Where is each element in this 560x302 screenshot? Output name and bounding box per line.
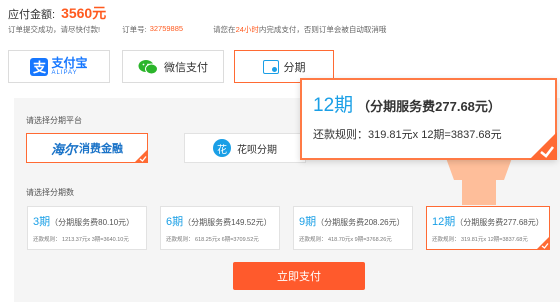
term-fee: （分期服务费80.10元） <box>50 218 135 227</box>
haier-logo: 海尔 <box>50 142 77 158</box>
amount-label: 应付金额: <box>8 9 56 21</box>
deadline-highlight: 24小时 <box>235 25 259 34</box>
selected-check-icon <box>536 236 550 250</box>
selected-check-icon <box>134 149 148 163</box>
selected-check-icon <box>529 132 557 160</box>
callout-term-num: 12期 <box>313 95 354 116</box>
order-no: 32759885 <box>149 24 184 33</box>
alipay-icon: 支 <box>30 57 49 76</box>
haier-label: 消费金融 <box>79 143 123 155</box>
term-detail: 还款规则： 1213.37元x 3期=3640.10元 <box>33 237 129 243</box>
term-fee: （分期服务费277.68元） <box>455 218 544 227</box>
zoom-callout: 12期 （分期服务费277.68元） 还款规则：319.81元x 12期=3837… <box>300 78 557 160</box>
deadline-post: 内完成支付，否则订单会被自动取消哦 <box>258 25 387 34</box>
alipay-label: 支付宝 <box>51 56 88 70</box>
pay-method-alipay[interactable]: 支 支付宝 ALIPAY <box>8 50 110 83</box>
pay-method-wechat[interactable]: 微信支付 <box>122 50 224 83</box>
platform-haier[interactable]: 海尔 消费金融 <box>26 133 148 163</box>
amount-row: 应付金额: 3560元 <box>8 3 106 21</box>
term-num: 6期 <box>166 216 184 228</box>
term-detail: 还款规则： 418.70元x 9期=3768.26元 <box>299 237 392 243</box>
installment-icon <box>262 59 279 74</box>
installment-label: 分期 <box>283 61 306 74</box>
huabei-icon: 花 <box>213 139 231 157</box>
terms-section-label: 请选择分期数 <box>26 188 74 197</box>
term-num: 12期 <box>432 216 456 228</box>
wechat-label: 微信支付 <box>164 61 208 74</box>
platform-huabei[interactable]: 花 花呗分期 <box>184 133 306 163</box>
term-option-3[interactable]: 3期（分期服务费80.10元） 还款规则： 1213.37元x 3期=3640.… <box>27 206 147 250</box>
term-option-9[interactable]: 9期（分期服务费208.26元） 还款规则： 418.70元x 9期=3768.… <box>293 206 413 250</box>
deadline-pre: 请您在 <box>213 25 236 34</box>
term-num: 3期 <box>33 216 51 228</box>
order-notice: 订单提交成功，请尽快付款! <box>8 25 101 34</box>
order-no-label: 订单号: <box>122 25 147 34</box>
term-option-6[interactable]: 6期（分期服务费149.52元） 还款规则： 618.25元x 6期=3709.… <box>160 206 280 250</box>
order-info: 订单提交成功，请尽快付款! 订单号: 32759885 请您在 24小时 内完成… <box>8 24 386 35</box>
term-detail: 还款规则： 618.25元x 6期=3709.52元 <box>166 237 259 243</box>
platform-section-label: 请选择分期平台 <box>26 116 82 125</box>
alipay-label-en: ALIPAY <box>51 70 78 76</box>
term-fee: （分期服务费208.26元） <box>316 218 405 227</box>
term-detail: 还款规则： 319.81元x 12期=3837.68元 <box>432 237 528 243</box>
callout-term-fee: （分期服务费277.68元） <box>357 99 501 114</box>
alipay-logo: 支 支付宝 ALIPAY <box>30 56 88 76</box>
term-option-12[interactable]: 12期（分期服务费277.68元） 还款规则： 319.81元x 12期=383… <box>426 206 550 250</box>
amount-value: 3560元 <box>61 5 107 21</box>
huabei-label: 花呗分期 <box>237 144 277 156</box>
wechat-icon <box>138 59 158 74</box>
pay-now-button[interactable]: 立即支付 <box>233 262 365 290</box>
term-num: 9期 <box>299 216 317 228</box>
callout-term-detail: 还款规则：319.81元x 12期=3837.68元 <box>313 129 502 141</box>
term-fee: （分期服务费149.52元） <box>183 218 272 227</box>
